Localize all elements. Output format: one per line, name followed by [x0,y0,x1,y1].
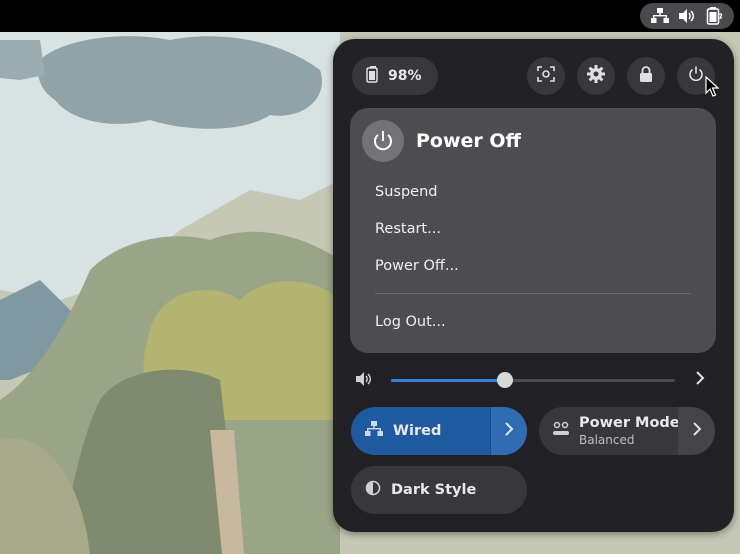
battery-icon [366,65,380,87]
dark-mode-icon [365,480,381,500]
power-menu-title: Power Off [416,130,521,152]
menu-item-log-out[interactable]: Log Out... [375,314,446,330]
dark-style-toggle[interactable]: Dark Style [351,466,527,514]
power-icon [688,66,704,86]
power-mode-text: Power Mode Balanced [579,415,680,447]
volume-slider-handle[interactable] [496,372,513,388]
screenshot-icon [537,66,555,86]
power-menu-header: Power Off [362,120,521,162]
menu-item-power-off[interactable]: Power Off... [375,258,459,274]
menu-item-restart[interactable]: Restart... [375,221,441,237]
menu-item-suspend[interactable]: Suspend [375,184,437,200]
screenshot-button[interactable] [527,57,565,95]
battery-percentage: 98% [388,68,422,84]
settings-icon [587,65,605,87]
dark-style-label: Dark Style [391,482,477,498]
volume-icon[interactable] [355,371,373,391]
volume-slider[interactable] [391,379,675,382]
battery-icon [703,5,725,27]
lock-button[interactable] [627,57,665,95]
network-wired-icon [365,421,383,441]
top-bar [0,0,740,32]
wired-toggle-main[interactable]: Wired [351,407,441,455]
settings-button[interactable] [577,57,615,95]
power-profile-icon [553,421,569,441]
lock-icon [639,66,653,86]
wired-label: Wired [393,423,442,439]
dark-style-toggle-main[interactable]: Dark Style [351,466,476,514]
power-off-menu: Power Off Suspend Restart... Power Off..… [350,108,716,353]
chevron-right-icon [503,421,515,441]
power-mode-toggle[interactable]: Power Mode Balanced [539,407,715,455]
wired-toggle[interactable]: Wired [351,407,527,455]
power-mode-subtitle: Balanced [579,432,635,447]
power-icon [362,120,404,162]
chevron-right-icon[interactable] [693,370,707,390]
mouse-pointer-icon [705,75,720,102]
chevron-right-icon [691,421,703,441]
menu-separator [375,293,691,294]
power-mode-toggle-main[interactable]: Power Mode Balanced [539,407,680,455]
volume-slider-fill [391,379,505,382]
volume-icon [676,5,698,27]
power-mode-menu-button[interactable] [678,407,715,455]
quick-settings-panel: 98% Power Off Suspend Restart... Power O… [333,39,734,532]
network-wired-icon [649,5,671,27]
wired-menu-button[interactable] [490,407,527,455]
power-mode-label: Power Mode [579,415,680,432]
battery-button[interactable]: 98% [352,57,438,95]
system-status-indicator[interactable] [640,3,734,29]
